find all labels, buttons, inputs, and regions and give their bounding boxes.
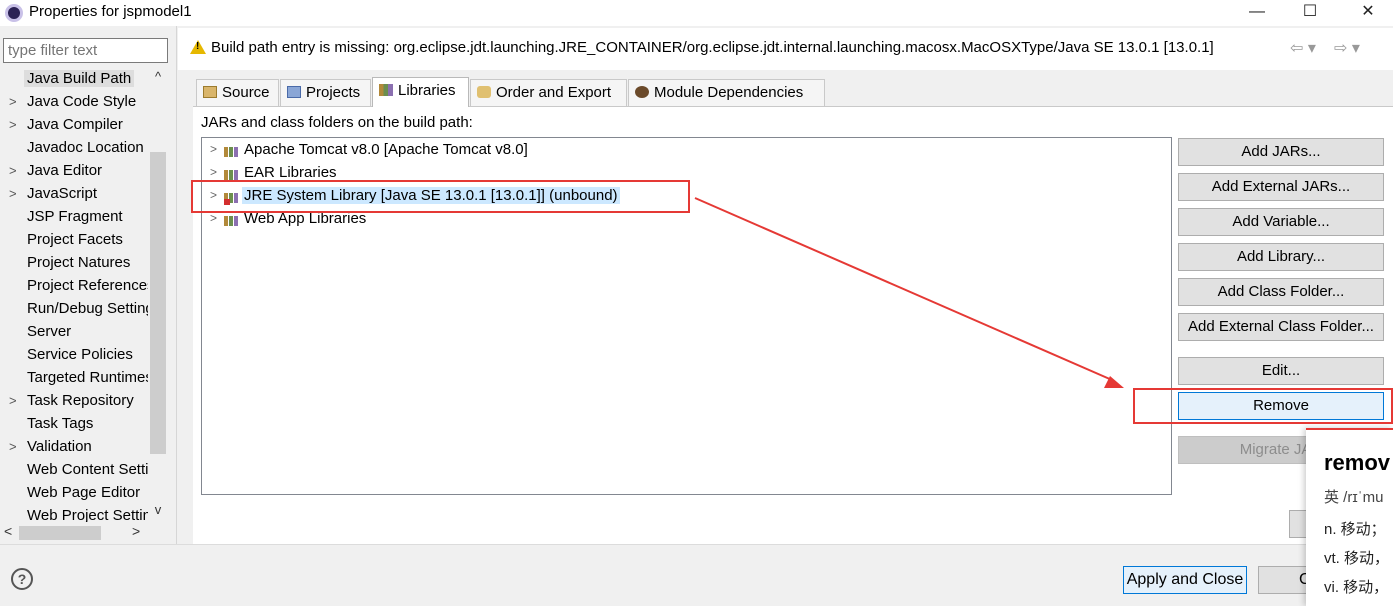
annotation-arrow <box>694 197 1124 388</box>
annotation-arrow-line <box>694 197 1113 381</box>
